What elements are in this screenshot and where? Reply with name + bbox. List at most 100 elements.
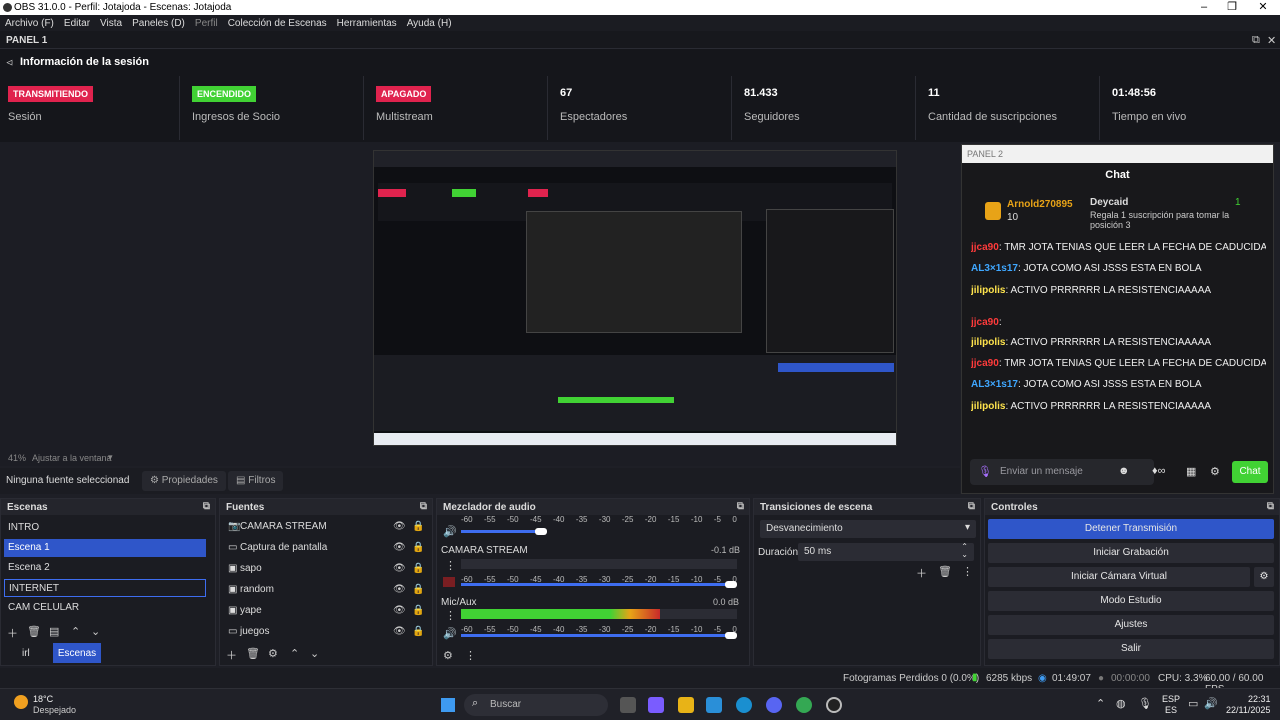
lock-icon[interactable]: 🔒	[412, 626, 424, 637]
trash-icon[interactable]: 🗑	[27, 625, 41, 638]
chat-username[interactable]: jjca90	[971, 358, 999, 369]
copilot-icon[interactable]	[648, 697, 664, 713]
volume-fader[interactable]	[461, 530, 541, 533]
menu-view[interactable]: Vista	[95, 18, 127, 29]
settings-gear-icon[interactable]: ⚙	[1210, 465, 1220, 478]
lock-icon[interactable]: 🔒	[412, 563, 424, 574]
source-item[interactable]: ▭ Captura de pantalla 👁 🔒	[228, 542, 433, 560]
kebab-menu-icon[interactable]: ⋮	[445, 559, 456, 572]
chat-username[interactable]: jjca90	[971, 317, 999, 328]
bits-icon[interactable]: ♦∞	[1152, 465, 1165, 477]
language-secondary[interactable]: ES	[1165, 705, 1177, 715]
properties-button[interactable]: ⚙ Propiedades	[142, 471, 226, 491]
filter-icon[interactable]: ▤	[49, 625, 59, 638]
float-dock-icon[interactable]: ⧉	[203, 501, 210, 512]
chevron-down-icon[interactable]: ▾	[108, 452, 113, 463]
kebab-menu-icon[interactable]: ⋮	[962, 565, 973, 578]
float-dock-icon[interactable]: ⧉	[1267, 501, 1274, 512]
move-down-icon[interactable]: ⌄	[91, 625, 100, 638]
discord-icon[interactable]	[766, 697, 782, 713]
float-dock-icon[interactable]: ⧉	[1252, 34, 1260, 47]
studio-mode-button[interactable]: Modo Estudio	[988, 591, 1274, 611]
trash-icon[interactable]: 🗑	[938, 565, 952, 578]
edge-icon[interactable]	[736, 697, 752, 713]
eye-icon[interactable]: 👁	[393, 584, 406, 595]
eye-icon[interactable]: 👁	[393, 521, 406, 532]
lock-icon[interactable]: 🔒	[412, 542, 424, 553]
microphone-icon[interactable]: 🎙	[978, 465, 992, 478]
source-item[interactable]: ▭ juegos 👁 🔒	[228, 626, 433, 644]
task-view-icon[interactable]	[620, 697, 636, 713]
chrome-icon[interactable]	[796, 697, 812, 713]
lock-icon[interactable]: 🔒	[412, 605, 424, 616]
scene-item[interactable]: CAM CELULAR	[4, 599, 206, 617]
mixer-settings-icon[interactable]: ⚙	[443, 649, 453, 662]
tab-scenes[interactable]: Escenas	[53, 643, 101, 663]
scene-item[interactable]: Escena 2	[4, 559, 206, 577]
scene-item[interactable]: INTERNET	[4, 579, 206, 597]
scene-item[interactable]: INTRO	[4, 519, 206, 537]
tray-chevron-icon[interactable]: ⌃	[1096, 697, 1105, 710]
scene-item[interactable]: Escena 1	[4, 539, 206, 557]
menu-file[interactable]: Archivo (F)	[0, 18, 59, 29]
kebab-menu-icon[interactable]: ⋮	[445, 609, 456, 622]
duration-input[interactable]: 50 ms ⌃ ⌄	[798, 543, 974, 561]
float-dock-icon[interactable]: ⧉	[968, 501, 975, 512]
weather-icon[interactable]	[14, 695, 28, 709]
gift-user[interactable]: Deycaid	[1090, 197, 1128, 208]
add-icon[interactable]: ＋	[226, 647, 237, 663]
chat-username[interactable]: jjca90	[971, 242, 999, 253]
move-up-icon[interactable]: ⌃	[71, 625, 80, 638]
tab-irl[interactable]: irl	[22, 648, 30, 659]
file-explorer-icon[interactable]	[678, 697, 694, 713]
menu-profile[interactable]: Perfil	[190, 18, 223, 29]
close-button[interactable]: ✕	[1246, 0, 1280, 15]
chat-username[interactable]: AL3×1s17	[971, 263, 1018, 274]
start-virtual-camera-button[interactable]: Iniciar Cámara Virtual	[988, 567, 1250, 587]
filters-button[interactable]: ▤ Filtros	[228, 471, 284, 491]
fader-knob[interactable]	[725, 632, 737, 639]
network-icon[interactable]: ▭	[1188, 697, 1198, 710]
menu-help[interactable]: Ayuda (H)	[402, 18, 457, 29]
chat-username[interactable]: jilipolis	[971, 401, 1005, 412]
source-item[interactable]: 📷CAMARA STREAM 👁 🔒	[228, 521, 433, 539]
close-dock-icon[interactable]: ✕	[1267, 34, 1276, 47]
move-up-icon[interactable]: ⌃	[290, 647, 299, 660]
tray-app-icon[interactable]: ◍	[1116, 697, 1126, 710]
maximize-button[interactable]: ❐	[1215, 0, 1249, 15]
source-item[interactable]: ▣ yape 👁 🔒	[228, 605, 433, 623]
speaker-icon[interactable]: 🔊	[443, 627, 457, 640]
volume-icon[interactable]: 🔊	[1204, 697, 1218, 710]
chat-input[interactable]: 🎙 Enviar un mensaje ☻	[970, 459, 1154, 485]
store-icon[interactable]: ▦	[1186, 465, 1196, 478]
eye-icon[interactable]: 👁	[393, 563, 406, 574]
preview-canvas[interactable]	[0, 142, 960, 452]
chat-username[interactable]: jilipolis	[971, 285, 1005, 296]
transition-select[interactable]: Desvanecimiento ▾	[760, 520, 976, 538]
spin-arrows-icon[interactable]: ⌃ ⌄	[961, 543, 968, 559]
eye-icon[interactable]: 👁	[393, 542, 406, 553]
volume-fader[interactable]	[461, 583, 731, 586]
microphone-icon[interactable]: 🎙	[1138, 697, 1152, 710]
chat-username[interactable]: AL3×1s17	[971, 379, 1018, 390]
lock-icon[interactable]: 🔒	[412, 521, 424, 532]
add-icon[interactable]: ＋	[7, 625, 18, 641]
menu-scene-collection[interactable]: Colección de Escenas	[223, 18, 332, 29]
chat-username[interactable]: jilipolis	[971, 337, 1005, 348]
eye-icon[interactable]: 👁	[393, 626, 406, 637]
mute-indicator[interactable]	[443, 577, 455, 587]
volume-fader[interactable]	[461, 634, 731, 637]
virtual-camera-settings-icon[interactable]: ⚙	[1254, 567, 1274, 587]
language-primary[interactable]: ESP	[1162, 694, 1180, 704]
store-icon[interactable]	[706, 697, 722, 713]
obs-taskbar-icon[interactable]	[826, 697, 842, 713]
windows-start-icon[interactable]	[441, 698, 455, 712]
emote-icon[interactable]: ☻	[1118, 465, 1130, 477]
stop-streaming-button[interactable]: Detener Transmisión	[988, 519, 1274, 539]
fader-knob[interactable]	[535, 528, 547, 535]
exit-button[interactable]: Salir	[988, 639, 1274, 659]
trash-icon[interactable]: 🗑	[246, 647, 260, 660]
menu-tools[interactable]: Herramientas	[332, 18, 402, 29]
speaker-icon[interactable]: 🔊	[443, 525, 457, 538]
eye-icon[interactable]: 👁	[393, 605, 406, 616]
